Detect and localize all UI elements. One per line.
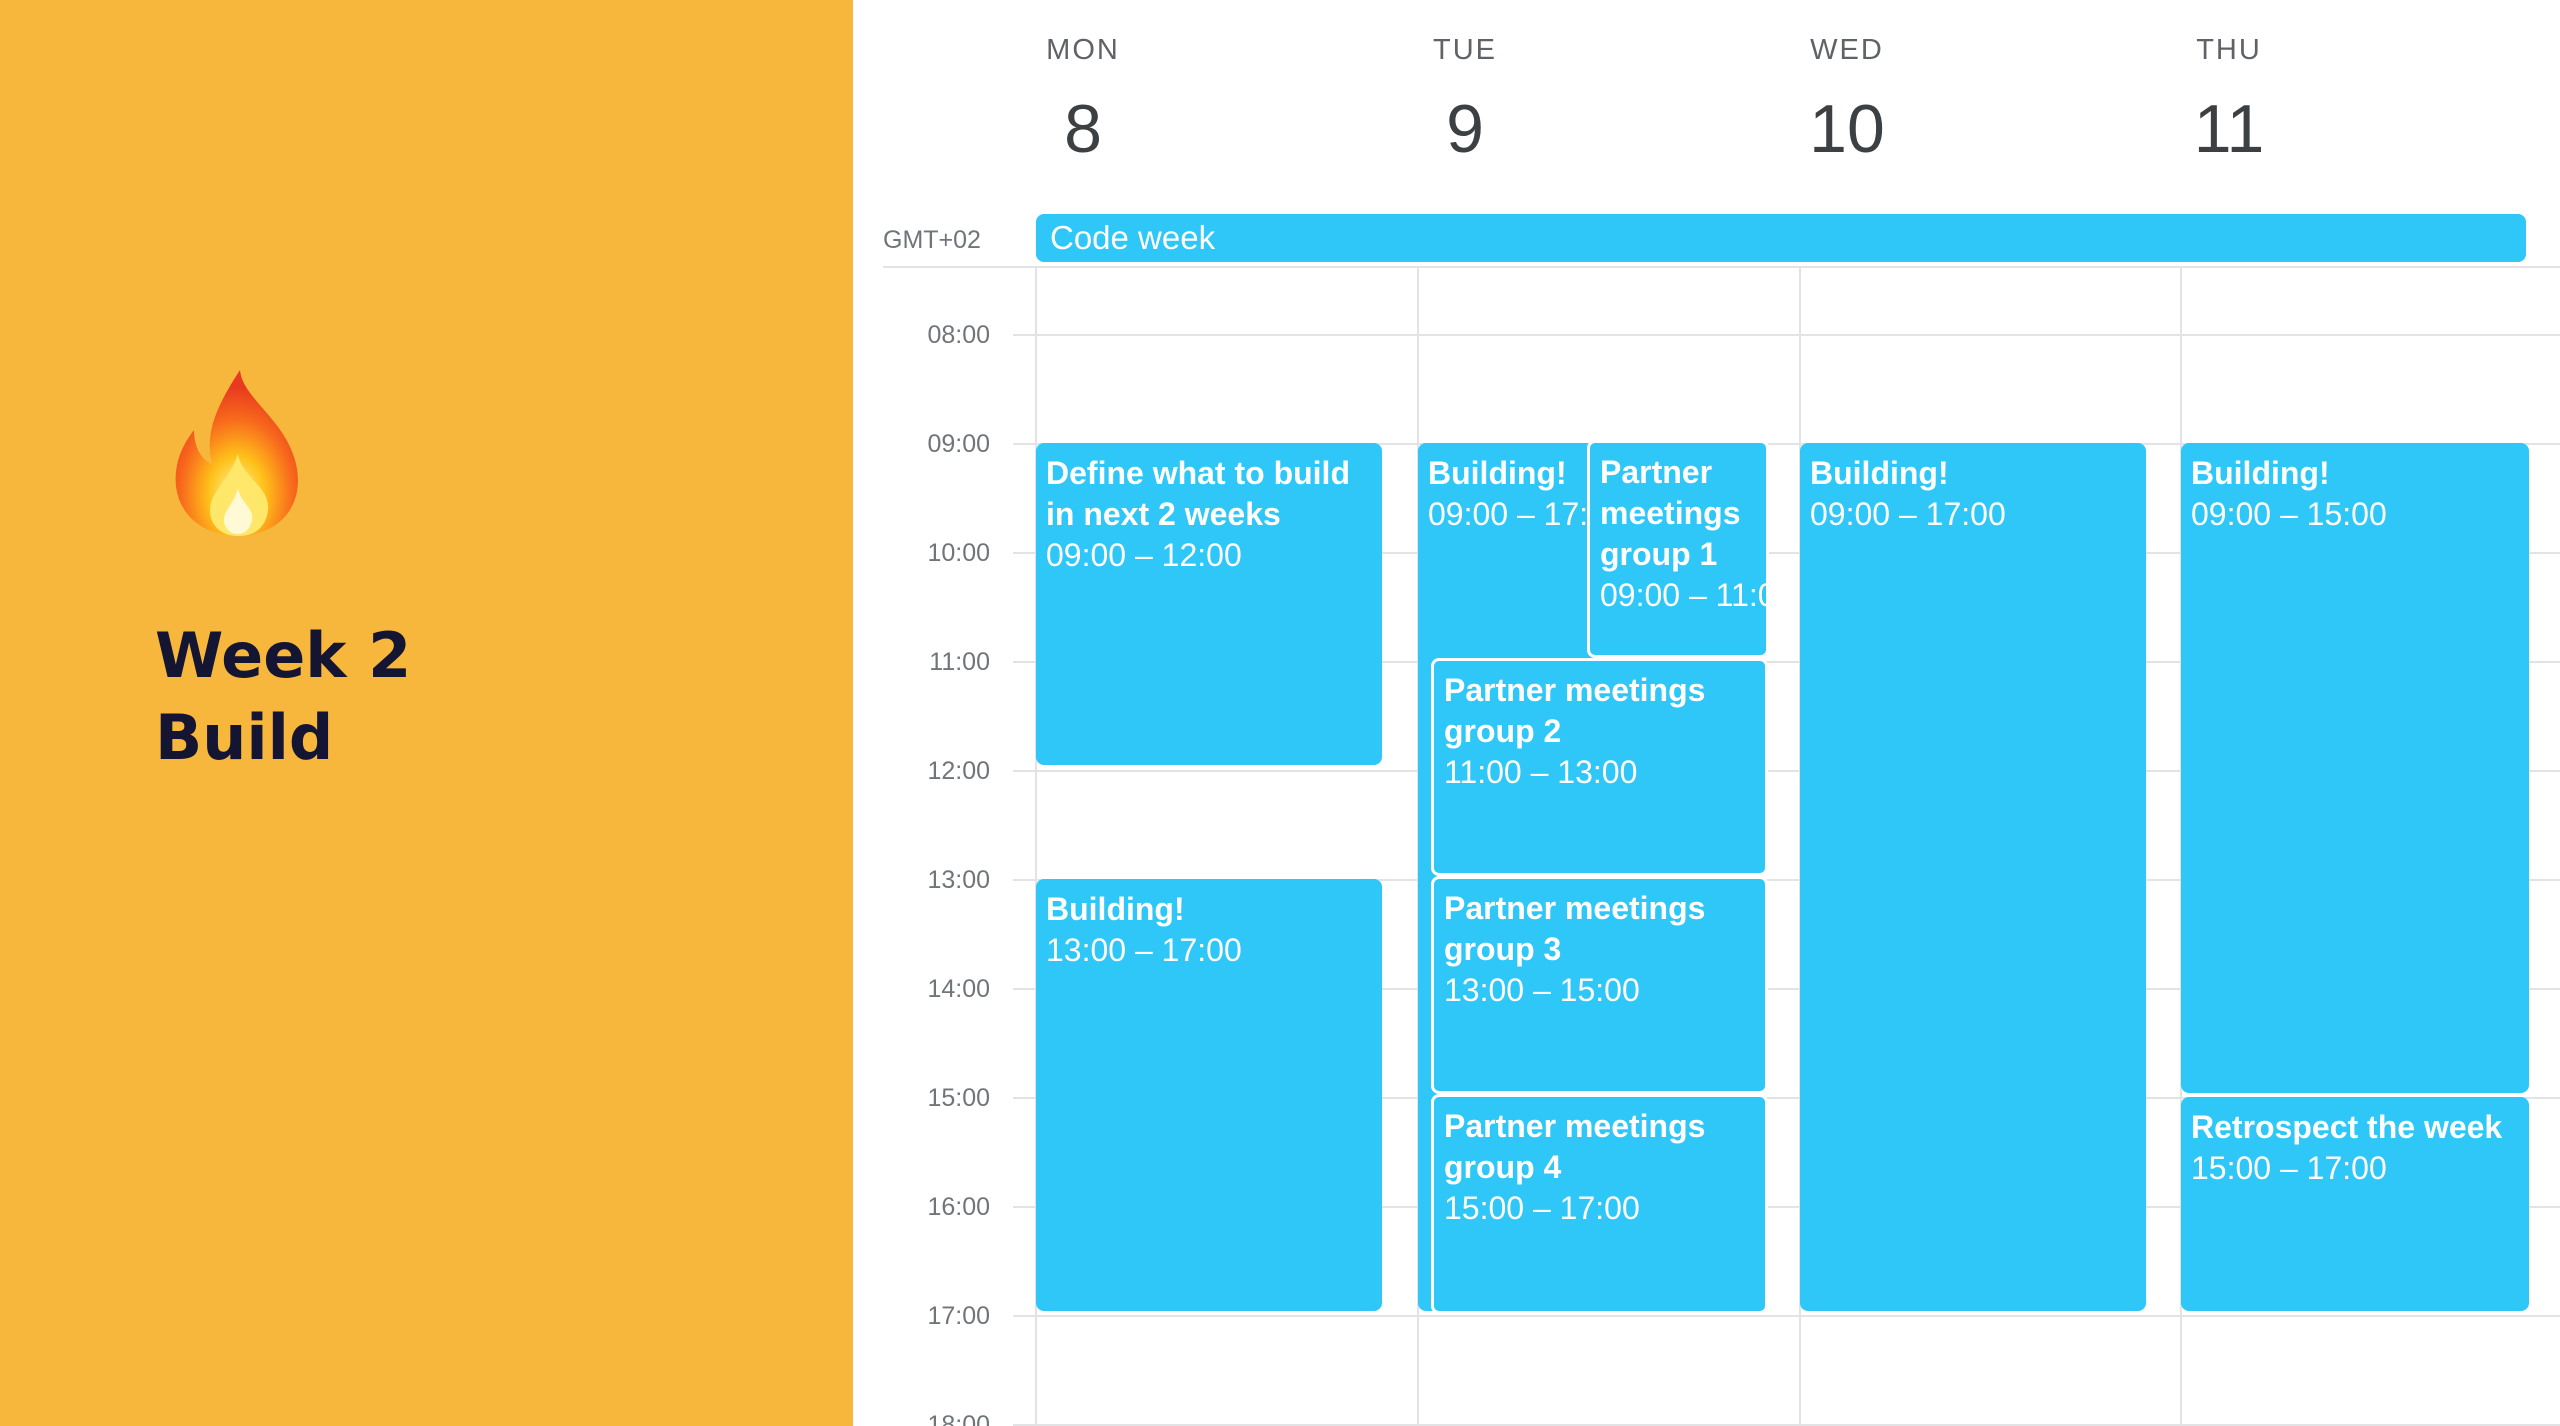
event-time: 13:00 – 17:00 xyxy=(1046,932,1242,968)
hour-label: 14:00 xyxy=(927,975,990,1003)
event-title: Partner meetings group 4 xyxy=(1444,1108,1706,1185)
week-title: Week 2 Build xyxy=(155,615,411,779)
event-card[interactable]: Partner meetings group 2 11:00 – 13:00 xyxy=(1431,658,1768,876)
event-title: Partner meetings group 1 xyxy=(1600,454,1741,572)
day-name: MON xyxy=(1046,34,1120,66)
event-card[interactable]: Partner meetings group 4 15:00 – 17:00 xyxy=(1431,1094,1768,1314)
event-time: 09:00 – 12:00 xyxy=(1046,537,1242,573)
hour-line xyxy=(1013,1315,2560,1317)
event-card[interactable]: Building! 09:00 – 15:00 xyxy=(2181,443,2529,1093)
day-number[interactable]: 11 xyxy=(2039,84,2419,174)
event-card[interactable]: Building! 09:00 – 17:00 xyxy=(1800,443,2146,1311)
event-time: 09:00 – 11:00 xyxy=(1600,577,1766,613)
hour-label: 15:00 xyxy=(927,1084,990,1112)
event-time: 15:00 – 17:00 xyxy=(2191,1150,2387,1186)
event-title: Building! xyxy=(1046,891,1185,927)
event-card[interactable]: Retrospect the week 15:00 – 17:00 xyxy=(2181,1097,2529,1311)
day-name: TUE xyxy=(1433,34,1497,66)
event-title: Partner meetings group 2 xyxy=(1444,672,1706,749)
week-title-line-1: Week 2 xyxy=(155,619,412,692)
hour-label: 17:00 xyxy=(927,1302,990,1330)
calendar-week-view: MON 8 TUE 9 WED 10 THU 11 GMT+02 Code we… xyxy=(853,0,2560,1426)
hour-label: 08:00 xyxy=(927,321,990,349)
week-title-line-2: Build xyxy=(155,701,334,774)
day-header-thu[interactable]: THU 11 xyxy=(2039,30,2419,174)
event-time: 15:00 – 17:00 xyxy=(1444,1190,1640,1226)
event-time: 09:00 – 15:00 xyxy=(2191,496,2387,532)
hour-line xyxy=(1013,334,2560,336)
day-header-tue[interactable]: TUE 9 xyxy=(1275,30,1655,174)
event-card[interactable]: Define what to build in next 2 weeks 09:… xyxy=(1036,443,1382,765)
event-card[interactable]: Partner meetings group 3 13:00 – 15:00 xyxy=(1431,876,1768,1094)
event-title: Define what to build in next 2 weeks xyxy=(1046,455,1350,532)
all-day-event[interactable]: Code week xyxy=(1036,214,2526,262)
hour-label: 18:00 xyxy=(927,1411,990,1426)
hour-label: 09:00 xyxy=(927,430,990,458)
day-name: THU xyxy=(2196,34,2262,66)
fire-icon xyxy=(175,370,298,536)
event-title: Retrospect the week xyxy=(2191,1109,2503,1145)
grid-divider xyxy=(883,266,2560,268)
event-card[interactable]: Building! 13:00 – 17:00 xyxy=(1036,879,1382,1311)
day-header-mon[interactable]: MON 8 xyxy=(893,30,1273,174)
event-time: 11:00 – 13:00 xyxy=(1444,754,1638,790)
day-number[interactable]: 9 xyxy=(1275,84,1655,174)
sidebar-panel: Week 2 Build xyxy=(0,0,853,1426)
event-title: Building! xyxy=(2191,455,2330,491)
day-number[interactable]: 8 xyxy=(893,84,1273,174)
event-time: 09:00 – 17:00 xyxy=(1810,496,2006,532)
hour-label: 13:00 xyxy=(927,866,990,894)
event-title: Building! xyxy=(1810,455,1949,491)
day-header-wed[interactable]: WED 10 xyxy=(1657,30,2037,174)
day-number[interactable]: 10 xyxy=(1657,84,2037,174)
hour-label: 16:00 xyxy=(927,1193,990,1221)
hour-label: 11:00 xyxy=(929,648,990,676)
event-time: 13:00 – 15:00 xyxy=(1444,972,1640,1008)
hour-label: 12:00 xyxy=(927,757,990,785)
event-title: Partner meetings group 3 xyxy=(1444,890,1706,967)
hour-label: 10:00 xyxy=(927,539,990,567)
day-name: WED xyxy=(1810,34,1884,66)
timezone-label: GMT+02 xyxy=(883,226,981,254)
event-card[interactable]: Partner meetings group 1 09:00 – 11:00 xyxy=(1587,440,1769,658)
